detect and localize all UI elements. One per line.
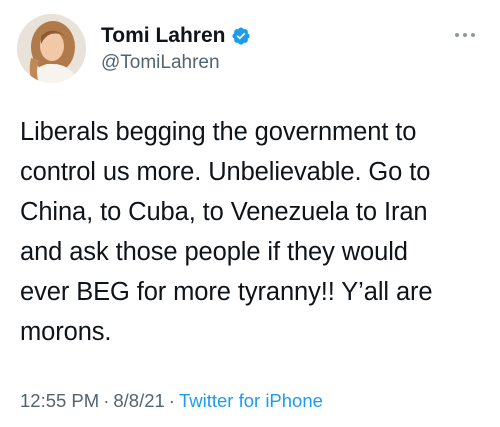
avatar-image: [17, 14, 86, 83]
tweet-card: Tomi Lahren @TomiLahren Liberals begging…: [0, 0, 500, 427]
tweet-text: Liberals begging the government to contr…: [20, 118, 433, 346]
dot: [471, 33, 475, 37]
tweet-meta: 12:55 PM · 8/8/21 · Twitter for iPhone: [20, 390, 323, 412]
tweet-date[interactable]: 8/8/21: [113, 390, 164, 411]
tweet-source-link[interactable]: Twitter for iPhone: [179, 390, 323, 411]
dot: [463, 33, 467, 37]
avatar[interactable]: [17, 14, 86, 83]
verified-badge-icon: [232, 27, 250, 45]
tweet-time[interactable]: 12:55 PM: [20, 390, 99, 411]
author-handle[interactable]: @TomiLahren: [101, 52, 220, 74]
dot: [455, 33, 459, 37]
meta-separator: ·: [103, 390, 110, 411]
author-display-name[interactable]: Tomi Lahren: [101, 24, 225, 48]
meta-separator: ·: [168, 390, 175, 411]
more-options-icon[interactable]: [455, 30, 479, 40]
author-name-row: Tomi Lahren: [101, 24, 251, 48]
